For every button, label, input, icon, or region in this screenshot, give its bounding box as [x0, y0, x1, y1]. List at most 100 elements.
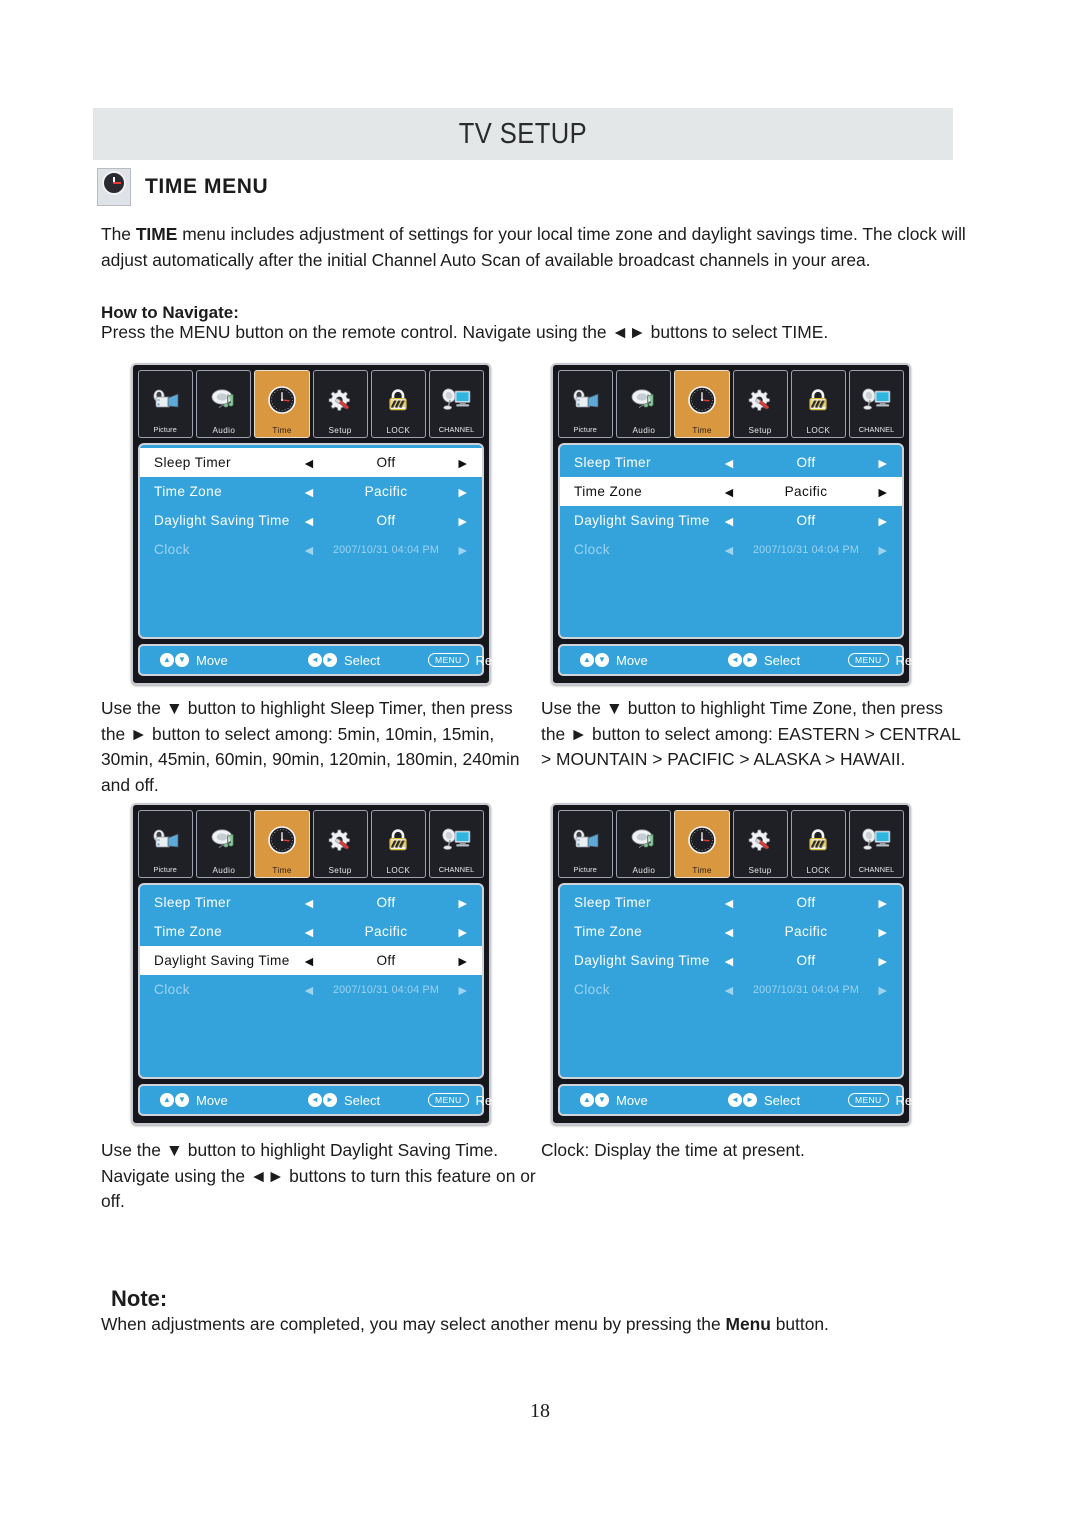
osd-tab-setup[interactable]: Setup	[312, 810, 368, 878]
osd-screenshot-4: Picture Audio Time Setup LOCK CHANNEL Sl…	[551, 803, 935, 1125]
osd-menu-list: Sleep Timer ◄ Off ► Time Zone ◄ Pacific ► Daylig…	[138, 883, 484, 1079]
osd-hint-return: MENU Return	[848, 1093, 935, 1108]
osd-tab-channel[interactable]: CHANNEL	[848, 810, 905, 878]
osd-menu-row[interactable]: Daylight Saving Time ◄ Off ►	[140, 946, 482, 975]
osd-screenshot-1: Picture Audio Time Setup LOCK CHANNEL Sl…	[131, 363, 515, 685]
right-arrow-icon[interactable]: ►	[448, 543, 470, 557]
up-arrow-icon: ▲	[580, 653, 594, 667]
left-arrow-icon[interactable]: ◄	[302, 485, 324, 499]
left-arrow-icon: ◄	[308, 653, 322, 667]
osd-menu-row[interactable]: Time Zone ◄ Pacific ►	[140, 477, 482, 506]
right-arrow-icon[interactable]: ►	[448, 983, 470, 997]
emphasis: TIME	[135, 224, 178, 244]
osd-tab-setup[interactable]: Setup	[732, 370, 788, 438]
osd-tab-audio[interactable]: Audio	[196, 810, 252, 878]
osd-tab-label: Setup	[328, 865, 352, 875]
left-arrow-icon[interactable]: ◄	[722, 543, 744, 557]
right-arrow-icon[interactable]: ►	[448, 896, 470, 910]
camcorder-icon	[559, 815, 612, 865]
osd-tab-strip: Picture Audio Time Setup LOCK CHANNEL	[138, 370, 485, 438]
osd-row-label: Daylight Saving Time	[154, 953, 290, 968]
osd-menu-row[interactable]: Clock ◄ 2007/10/31 04:04 PM ►	[560, 975, 902, 1004]
right-arrow-icon[interactable]: ►	[868, 954, 890, 968]
osd-hint-select: ◄ ► Select	[728, 653, 848, 668]
osd-tab-audio[interactable]: Audio	[196, 370, 252, 438]
osd-tab-lock[interactable]: LOCK	[370, 370, 426, 438]
right-arrow-icon[interactable]: ►	[868, 896, 890, 910]
gear-screwdriver-icon	[314, 815, 367, 865]
osd-tab-time[interactable]: Time	[674, 810, 730, 878]
osd-menu-row[interactable]: Clock ◄ 2007/10/31 04:04 PM ►	[560, 535, 902, 564]
right-arrow-icon[interactable]: ►	[868, 983, 890, 997]
osd-menu-row[interactable]: Time Zone ◄ Pacific ►	[560, 917, 902, 946]
osd-tab-picture[interactable]: Picture	[138, 370, 194, 438]
right-arrow-icon[interactable]: ►	[448, 485, 470, 499]
menu-key-icon: MENU	[428, 652, 469, 668]
osd-tab-picture[interactable]: Picture	[558, 370, 614, 438]
osd-tab-channel[interactable]: CHANNEL	[428, 370, 485, 438]
osd-tab-channel[interactable]: CHANNEL	[848, 370, 905, 438]
osd-hint-return: MENU Return	[428, 1093, 515, 1108]
left-arrow-icon[interactable]: ◄	[722, 954, 744, 968]
osd-tab-lock[interactable]: LOCK	[790, 810, 846, 878]
left-arrow-icon[interactable]: ◄	[302, 983, 324, 997]
osd-tab-label: Time	[692, 425, 712, 435]
left-arrow-icon: ◄	[308, 1093, 322, 1107]
osd-tab-lock[interactable]: LOCK	[370, 810, 426, 878]
caption-clock: Clock: Display the time at present.	[541, 1140, 805, 1160]
padlock-icon	[792, 375, 845, 425]
left-arrow-icon[interactable]: ◄	[722, 925, 744, 939]
left-arrow-icon[interactable]: ◄	[302, 543, 324, 557]
right-arrow-icon[interactable]: ►	[448, 954, 470, 968]
left-arrow-icon[interactable]: ◄	[302, 896, 324, 910]
left-arrow-icon[interactable]: ◄	[722, 983, 744, 997]
osd-menu-row[interactable]: Clock ◄ 2007/10/31 04:04 PM ►	[140, 535, 482, 564]
osd-menu-row[interactable]: Sleep Timer ◄ Off ►	[140, 448, 482, 477]
osd-menu-row[interactable]: Clock ◄ 2007/10/31 04:04 PM ►	[140, 975, 482, 1004]
osd-tab-time[interactable]: Time	[254, 810, 310, 878]
padlock-icon	[372, 815, 425, 865]
right-arrow-icon[interactable]: ►	[868, 925, 890, 939]
osd-tab-label: Picture	[573, 865, 598, 874]
osd-menu-row[interactable]: Time Zone ◄ Pacific ►	[560, 477, 902, 506]
osd-row-label: Clock	[574, 542, 610, 557]
osd-menu-row[interactable]: Sleep Timer ◄ Off ►	[560, 448, 902, 477]
osd-tab-lock[interactable]: LOCK	[790, 370, 846, 438]
osd-menu-row[interactable]: Daylight Saving Time ◄ Off ►	[140, 506, 482, 535]
osd-tab-channel[interactable]: CHANNEL	[428, 810, 485, 878]
osd-menu-row[interactable]: Sleep Timer ◄ Off ►	[140, 888, 482, 917]
right-arrow-icon[interactable]: ►	[448, 925, 470, 939]
page-number: 18	[530, 1400, 550, 1422]
osd-tab-setup[interactable]: Setup	[732, 810, 788, 878]
osd-tab-time[interactable]: Time	[254, 370, 310, 438]
caption-time-zone: Use the ▼ button to highlight Time Zone,…	[541, 698, 961, 769]
osd-tab-label: CHANNEL	[858, 425, 895, 434]
osd-tab-picture[interactable]: Picture	[558, 810, 614, 878]
right-arrow-icon[interactable]: ►	[448, 456, 470, 470]
left-arrow-icon[interactable]: ◄	[722, 456, 744, 470]
osd-menu-row[interactable]: Sleep Timer ◄ Off ►	[560, 888, 902, 917]
left-arrow-icon[interactable]: ◄	[722, 485, 744, 499]
right-arrow-icon[interactable]: ►	[868, 485, 890, 499]
osd-row-value: Off	[376, 895, 396, 910]
right-arrow-icon[interactable]: ►	[868, 514, 890, 528]
osd-tab-audio[interactable]: Audio	[616, 370, 672, 438]
osd-tab-picture[interactable]: Picture	[138, 810, 194, 878]
left-arrow-icon[interactable]: ◄	[722, 896, 744, 910]
left-arrow-icon[interactable]: ◄	[302, 954, 324, 968]
osd-menu-row[interactable]: Daylight Saving Time ◄ Off ►	[560, 506, 902, 535]
left-arrow-icon[interactable]: ◄	[302, 925, 324, 939]
osd-hint-return-label: Return	[475, 1092, 515, 1108]
menu-key-icon: MENU	[428, 1092, 469, 1108]
osd-menu-row[interactable]: Time Zone ◄ Pacific ►	[140, 917, 482, 946]
osd-tab-setup[interactable]: Setup	[312, 370, 368, 438]
left-arrow-icon[interactable]: ◄	[302, 514, 324, 528]
right-arrow-icon[interactable]: ►	[868, 456, 890, 470]
right-arrow-icon[interactable]: ►	[868, 543, 890, 557]
osd-menu-row[interactable]: Daylight Saving Time ◄ Off ►	[560, 946, 902, 975]
osd-tab-time[interactable]: Time	[674, 370, 730, 438]
osd-tab-audio[interactable]: Audio	[616, 810, 672, 878]
left-arrow-icon[interactable]: ◄	[302, 456, 324, 470]
right-arrow-icon[interactable]: ►	[448, 514, 470, 528]
left-arrow-icon[interactable]: ◄	[722, 514, 744, 528]
